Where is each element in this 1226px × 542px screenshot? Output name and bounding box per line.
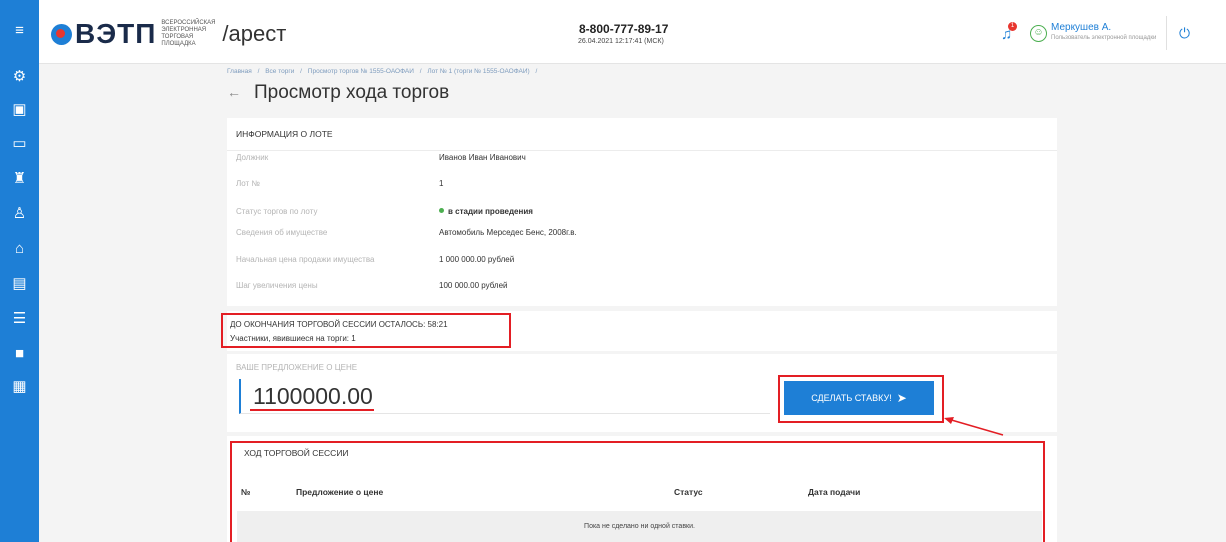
session-log-header: ХОД ТОРГОВОЙ СЕССИИ (244, 448, 349, 458)
document-icon[interactable]: ▣ (0, 96, 39, 122)
logo-text: ВЭТП (75, 18, 157, 49)
back-arrow-icon[interactable]: ← (227, 84, 241, 100)
section-name: /арест (222, 21, 287, 46)
info-label: Должник (236, 153, 269, 162)
send-icon: ➤ (896, 391, 907, 405)
info-label: Статус торгов по лоту (236, 207, 318, 216)
info-value: 1 (439, 179, 444, 188)
logout-icon[interactable]: ⏻ (1179, 25, 1190, 42)
phone-number: 8-800-777-89-17 (579, 22, 669, 36)
participants-count: Участники, явившиеся на торги: 1 (230, 334, 356, 343)
info-label: Шаг увеличения цены (236, 281, 318, 290)
status-dot-icon (439, 208, 444, 213)
report-icon[interactable]: ▤ (0, 270, 39, 296)
breadcrumb-sep: / (535, 68, 538, 75)
breadcrumb-sep: / (257, 68, 260, 75)
top-bar: ВЭТП ВСЕРОССИЙСКАЯ ЭЛЕКТРОННАЯ ТОРГОВАЯ … (39, 0, 1226, 64)
avatar[interactable]: ☺ (1030, 25, 1047, 42)
empty-message: Пока не сделано ни одной ставки. (584, 523, 695, 530)
breadcrumb-home[interactable]: Главная (227, 68, 252, 75)
info-label: Сведения об имуществе (236, 228, 328, 237)
gavel-icon[interactable]: ♜ (0, 165, 39, 191)
page-title: Просмотр хода торгов (254, 82, 450, 103)
col-status: Статус (674, 487, 703, 497)
breadcrumb-all-trades[interactable]: Все торги (265, 68, 294, 75)
logo[interactable]: ВЭТП ВСЕРОССИЙСКАЯ ЭЛЕКТРОННАЯ ТОРГОВАЯ … (51, 18, 286, 50)
breadcrumb-trade[interactable]: Просмотр торгов № 1555-ОАОФАИ (308, 68, 414, 75)
lot-info-header: ИНФОРМАЦИЯ О ЛОТЕ (227, 118, 1057, 151)
status-value: в стадии проведения (439, 207, 533, 216)
info-row: Сведения об имуществе Автомобиль Мерседе… (236, 228, 1048, 244)
info-value: 1 000 000.00 рублей (439, 255, 515, 264)
card-icon[interactable]: ▭ (0, 130, 39, 156)
sidebar: ≡ ⚙ ▣ ▭ ♜ ♙ ⌂ ▤ ☰ ■ ▦ (0, 0, 39, 542)
notification-badge: 1 (1008, 22, 1017, 31)
calendar-icon[interactable]: ▦ (0, 373, 39, 399)
col-number: № (241, 487, 251, 497)
place-bid-label: СДЕЛАТЬ СТАВКУ! (811, 393, 892, 403)
logo-mark-icon (51, 23, 72, 45)
breadcrumb-sep: / (300, 68, 302, 75)
status-text: в стадии проведения (448, 207, 533, 216)
info-row: Статус торгов по лоту в стадии проведени… (236, 207, 1048, 223)
info-value: Автомобиль Мерседес Бенс, 2008г.в. (439, 228, 577, 237)
server-datetime: 26.04.2021 12:17:41 (МСК) (578, 38, 664, 45)
user-role: Пользователь электронной площадки (1051, 35, 1157, 41)
annotation-arrow (944, 417, 1004, 436)
info-label: Лот № (236, 179, 260, 188)
place-bid-button[interactable]: СДЕЛАТЬ СТАВКУ! ➤ (784, 381, 934, 415)
info-value: Иванов Иван Иванович (439, 153, 526, 162)
info-row: Шаг увеличения цены 100 000.00 рублей (236, 281, 1048, 297)
bid-icon[interactable]: ♙ (0, 200, 39, 226)
info-row: Должник Иванов Иван Иванович (236, 153, 1048, 169)
info-row: Начальная цена продажи имущества 1 000 0… (236, 255, 1048, 271)
list-icon[interactable]: ☰ (0, 305, 39, 331)
lock-icon[interactable]: ■ (0, 340, 39, 366)
annotation-underline (250, 409, 374, 411)
info-label: Начальная цена продажи имущества (236, 255, 375, 264)
divider (1166, 16, 1167, 50)
info-row: Лот № 1 (236, 179, 1048, 195)
offer-label: ВАШЕ ПРЕДЛОЖЕНИЕ О ЦЕНЕ (236, 363, 358, 372)
col-offer: Предложение о цене (296, 487, 384, 497)
user-name[interactable]: Меркушев А. (1051, 22, 1111, 33)
lot-icon[interactable]: ⌂ (0, 235, 39, 261)
breadcrumb-lot[interactable]: Лот № 1 (торги № 1555-ОАОФАИ) (427, 68, 529, 75)
menu-icon[interactable]: ≡ (0, 17, 39, 43)
breadcrumb: Главная / Все торги / Просмотр торгов № … (227, 68, 541, 75)
timer-highlight: ДО ОКОНЧАНИЯ ТОРГОВОЙ СЕССИИ ОСТАЛОСЬ: 5… (221, 313, 511, 348)
lot-info-card: ИНФОРМАЦИЯ О ЛОТЕ Должник Иванов Иван Ив… (227, 118, 1057, 306)
logo-subtitle: ВСЕРОССИЙСКАЯ ЭЛЕКТРОННАЯ ТОРГОВАЯ ПЛОЩА… (161, 20, 216, 47)
table-row: Пока не сделано ни одной ставки. (237, 511, 1042, 542)
info-value: 100 000.00 рублей (439, 281, 508, 290)
col-date: Дата подачи (808, 487, 861, 497)
breadcrumb-sep: / (419, 68, 422, 75)
settings-icon[interactable]: ⚙ (0, 63, 39, 89)
session-timer: ДО ОКОНЧАНИЯ ТОРГОВОЙ СЕССИИ ОСТАЛОСЬ: 5… (230, 320, 448, 329)
